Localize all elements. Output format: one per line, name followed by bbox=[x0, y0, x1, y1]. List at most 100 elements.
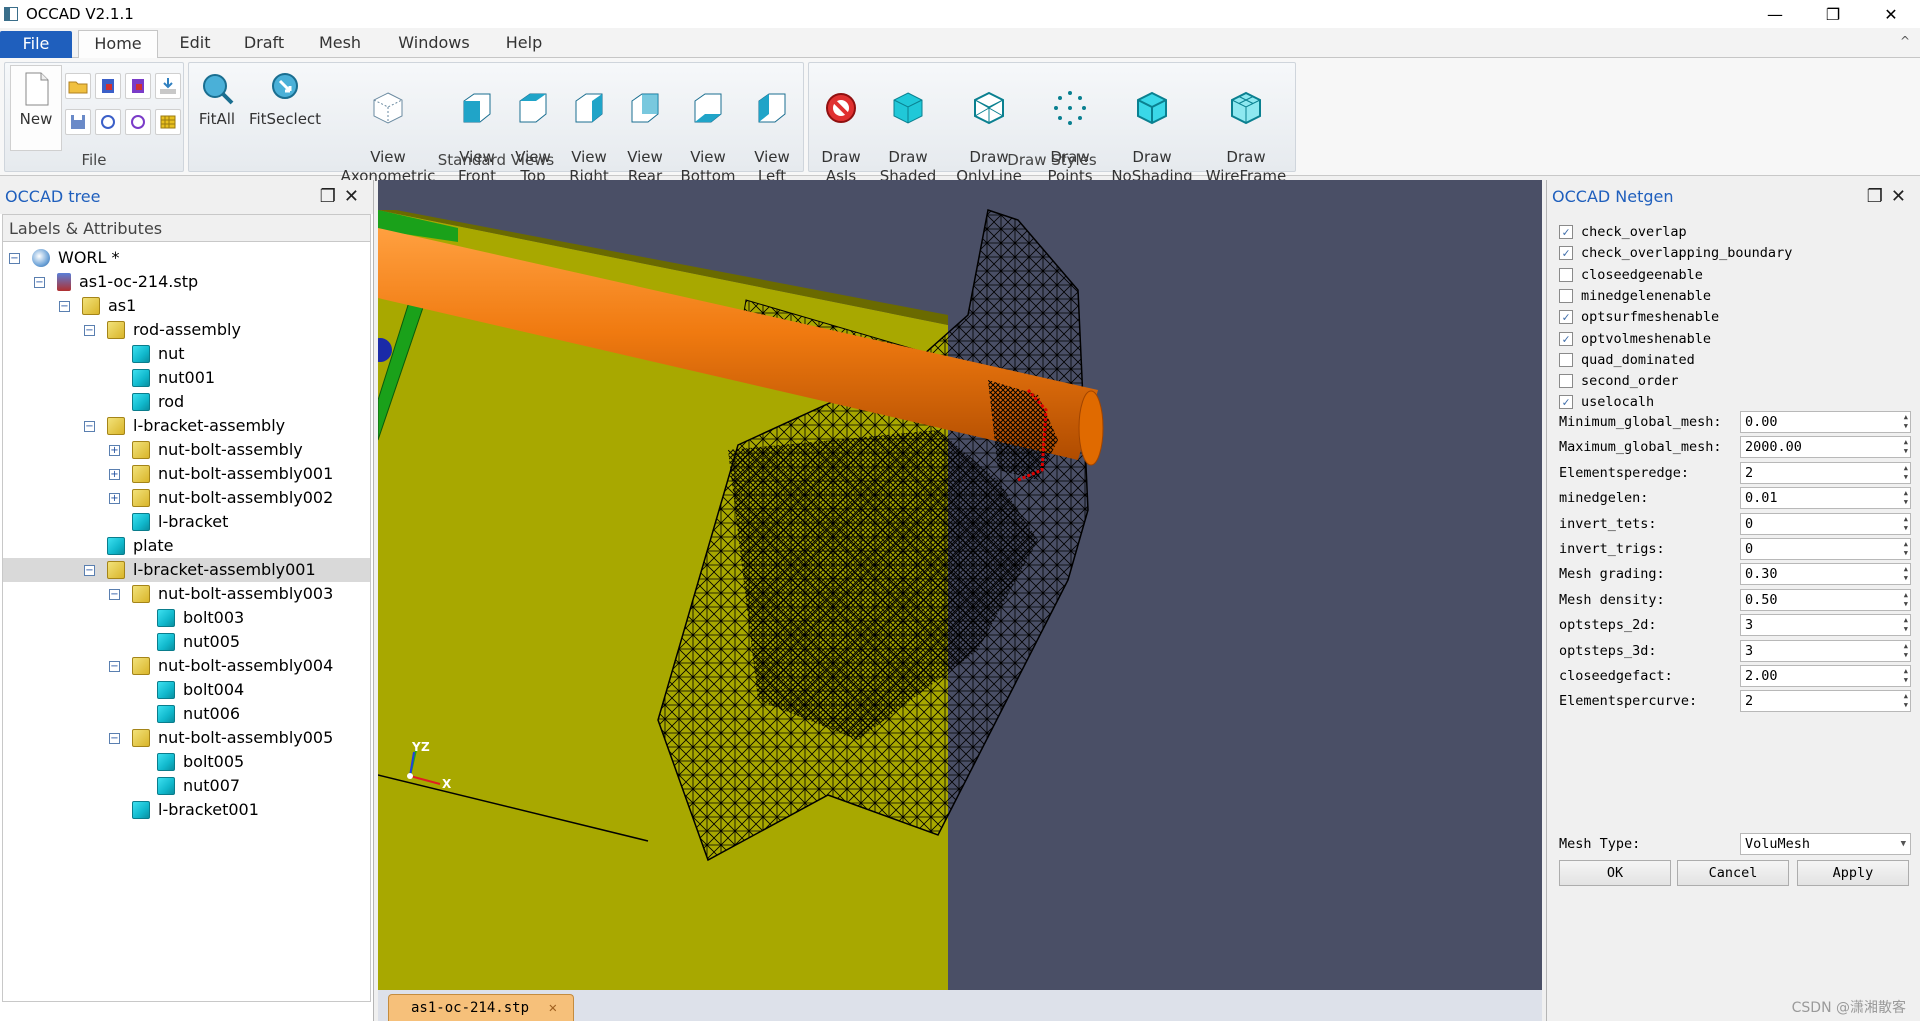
spinbox-input[interactable]: 3 ▲ ▼ bbox=[1740, 639, 1911, 662]
option-checkbox-row[interactable]: ✓ optsurfmeshenable bbox=[1559, 307, 1719, 327]
collapse-icon[interactable]: − bbox=[34, 276, 45, 288]
collapse-icon[interactable]: − bbox=[9, 252, 20, 264]
tree-node[interactable]: bolt005 bbox=[134, 750, 244, 774]
spin-arrows-icon[interactable]: ▲ ▼ bbox=[1904, 565, 1908, 583]
import-iges-icon[interactable] bbox=[125, 73, 151, 99]
mesh-type-select[interactable]: VoluMesh ▼ bbox=[1740, 833, 1911, 855]
tree-node[interactable]: l-bracket bbox=[109, 510, 228, 534]
tree-node[interactable]: − l-bracket-assembly001 bbox=[3, 558, 370, 582]
close-panel-icon[interactable]: ✕ bbox=[1891, 186, 1914, 207]
import-step-icon[interactable] bbox=[95, 73, 121, 99]
spin-arrows-icon[interactable]: ▲ ▼ bbox=[1904, 667, 1908, 685]
view-axonometric-button[interactable]: View Axonometric bbox=[333, 65, 443, 185]
ok-button[interactable]: OK bbox=[1559, 860, 1671, 886]
tree-node[interactable]: rod bbox=[109, 390, 184, 414]
tree-node[interactable]: nut005 bbox=[134, 630, 240, 654]
collapse-icon[interactable]: − bbox=[109, 660, 120, 672]
close-button[interactable]: ✕ bbox=[1862, 0, 1920, 28]
draw-wireframe-button[interactable]: Draw WireFrame bbox=[1199, 65, 1293, 185]
fit-all-button[interactable]: FitAll bbox=[193, 65, 241, 151]
tree-node[interactable]: bolt003 bbox=[134, 606, 244, 630]
option-checkbox-row[interactable]: quad_dominated bbox=[1559, 350, 1695, 370]
view-rear-button[interactable]: View Rear bbox=[619, 65, 671, 185]
option-checkbox-row[interactable]: ✓ check_overlapping_boundary bbox=[1559, 243, 1792, 263]
tree-node[interactable]: + nut-bolt-assembly001 bbox=[109, 462, 333, 486]
checkbox-checked[interactable]: ✓ bbox=[1559, 331, 1573, 346]
mesh-grid-icon[interactable] bbox=[155, 109, 181, 135]
view-top-button[interactable]: View Top bbox=[507, 65, 559, 185]
checkbox-unchecked[interactable] bbox=[1559, 352, 1573, 367]
tree-node[interactable]: − nut-bolt-assembly004 bbox=[109, 654, 333, 678]
spin-arrows-icon[interactable]: ▲ ▼ bbox=[1904, 489, 1908, 507]
tab-mesh[interactable]: Mesh bbox=[312, 30, 368, 58]
spin-arrows-icon[interactable]: ▲ ▼ bbox=[1904, 438, 1908, 456]
spin-arrows-icon[interactable]: ▲ ▼ bbox=[1904, 413, 1908, 431]
new-button[interactable]: New bbox=[10, 65, 62, 151]
checkbox-checked[interactable]: ✓ bbox=[1559, 225, 1573, 239]
option-checkbox-row[interactable]: closeedgeenable bbox=[1559, 265, 1703, 285]
spin-arrows-icon[interactable]: ▲ ▼ bbox=[1904, 464, 1908, 482]
collapse-icon[interactable]: − bbox=[84, 324, 95, 336]
collapse-icon[interactable]: − bbox=[84, 564, 95, 576]
tab-windows[interactable]: Windows bbox=[392, 30, 476, 58]
spin-arrows-icon[interactable]: ▲ ▼ bbox=[1904, 616, 1908, 634]
ribbon-collapse-icon[interactable]: ^ bbox=[1900, 34, 1910, 48]
checkbox-unchecked[interactable] bbox=[1559, 288, 1573, 303]
view-left-button[interactable]: View Left bbox=[745, 65, 799, 185]
tree-node[interactable]: bolt004 bbox=[134, 678, 244, 702]
save-icon[interactable] bbox=[65, 109, 91, 135]
spin-arrows-icon[interactable]: ▲ ▼ bbox=[1904, 591, 1908, 609]
spin-arrows-icon[interactable]: ▲ ▼ bbox=[1904, 642, 1908, 660]
tree-node[interactable]: − nut-bolt-assembly003 bbox=[109, 582, 333, 606]
apply-button[interactable]: Apply bbox=[1797, 860, 1909, 886]
collapse-icon[interactable]: − bbox=[59, 300, 70, 312]
checkbox-checked[interactable]: ✓ bbox=[1559, 246, 1573, 261]
tree-node[interactable]: nut001 bbox=[109, 366, 215, 390]
float-panel-icon[interactable]: ❐ bbox=[320, 186, 344, 207]
expand-icon[interactable]: + bbox=[109, 492, 120, 504]
spin-arrows-icon[interactable]: ▲ ▼ bbox=[1904, 692, 1908, 710]
3d-viewport[interactable]: Y Z X bbox=[378, 180, 1542, 1021]
view-right-button[interactable]: View Right bbox=[563, 65, 615, 185]
collapse-icon[interactable]: − bbox=[84, 420, 95, 432]
float-panel-icon[interactable]: ❐ bbox=[1867, 186, 1891, 207]
spinbox-input[interactable]: 0.30 ▲ ▼ bbox=[1740, 563, 1911, 586]
document-tab-close-icon[interactable]: ✕ bbox=[549, 995, 557, 1021]
tab-help[interactable]: Help bbox=[500, 30, 548, 58]
export-icon[interactable] bbox=[155, 73, 181, 99]
draw-shaded-button[interactable]: Draw Shaded bbox=[873, 65, 943, 185]
tree-node[interactable]: nut007 bbox=[134, 774, 240, 798]
tree-node[interactable]: − nut-bolt-assembly005 bbox=[109, 726, 333, 750]
spinbox-input[interactable]: 2 ▲ ▼ bbox=[1740, 690, 1911, 713]
minimize-button[interactable]: — bbox=[1746, 0, 1804, 28]
draw-onlyline-button[interactable]: Draw OnlyLine bbox=[947, 65, 1031, 185]
cancel-button[interactable]: Cancel bbox=[1677, 860, 1789, 886]
tree-node[interactable]: nut bbox=[109, 342, 185, 366]
tree-node[interactable]: nut006 bbox=[134, 702, 240, 726]
spinbox-input[interactable]: 0.01 ▲ ▼ bbox=[1740, 487, 1911, 510]
tab-draft[interactable]: Draft bbox=[236, 30, 292, 58]
spinbox-input[interactable]: 3 ▲ ▼ bbox=[1740, 614, 1911, 637]
open-folder-icon[interactable] bbox=[65, 73, 91, 99]
option-checkbox-row[interactable]: second_order bbox=[1559, 371, 1679, 391]
option-checkbox-row[interactable]: ✓ optvolmeshenable bbox=[1559, 329, 1711, 349]
fit-select-button[interactable]: FitSeclect bbox=[245, 65, 325, 151]
tree-node[interactable]: l-bracket001 bbox=[109, 798, 259, 822]
tab-file[interactable]: File bbox=[0, 31, 72, 58]
collapse-icon[interactable]: − bbox=[109, 732, 120, 744]
tree-view[interactable]: − WORL * − as1-oc-214.stp − as1− rod-assembly n… bbox=[2, 242, 371, 1002]
spin-arrows-icon[interactable]: ▲ ▼ bbox=[1904, 540, 1908, 558]
spinbox-input[interactable]: 0.50 ▲ ▼ bbox=[1740, 588, 1911, 611]
spinbox-input[interactable]: 2.00 ▲ ▼ bbox=[1740, 665, 1911, 687]
view-front-button[interactable]: View Front bbox=[451, 65, 503, 185]
draw-points-button[interactable]: Draw Points bbox=[1035, 65, 1105, 185]
tab-edit[interactable]: Edit bbox=[170, 30, 220, 58]
spinbox-input[interactable]: 0.00 ▲ ▼ bbox=[1740, 411, 1911, 433]
spinbox-input[interactable]: 2000.00 ▲ ▼ bbox=[1740, 436, 1911, 459]
tree-node[interactable]: − rod-assembly bbox=[84, 318, 241, 342]
spinbox-input[interactable]: 2 ▲ ▼ bbox=[1740, 461, 1911, 484]
expand-icon[interactable]: + bbox=[109, 468, 120, 480]
maximize-button[interactable]: ❐ bbox=[1804, 0, 1862, 28]
expand-icon[interactable]: + bbox=[109, 444, 120, 456]
spinbox-input[interactable]: 0 ▲ ▼ bbox=[1740, 538, 1911, 560]
